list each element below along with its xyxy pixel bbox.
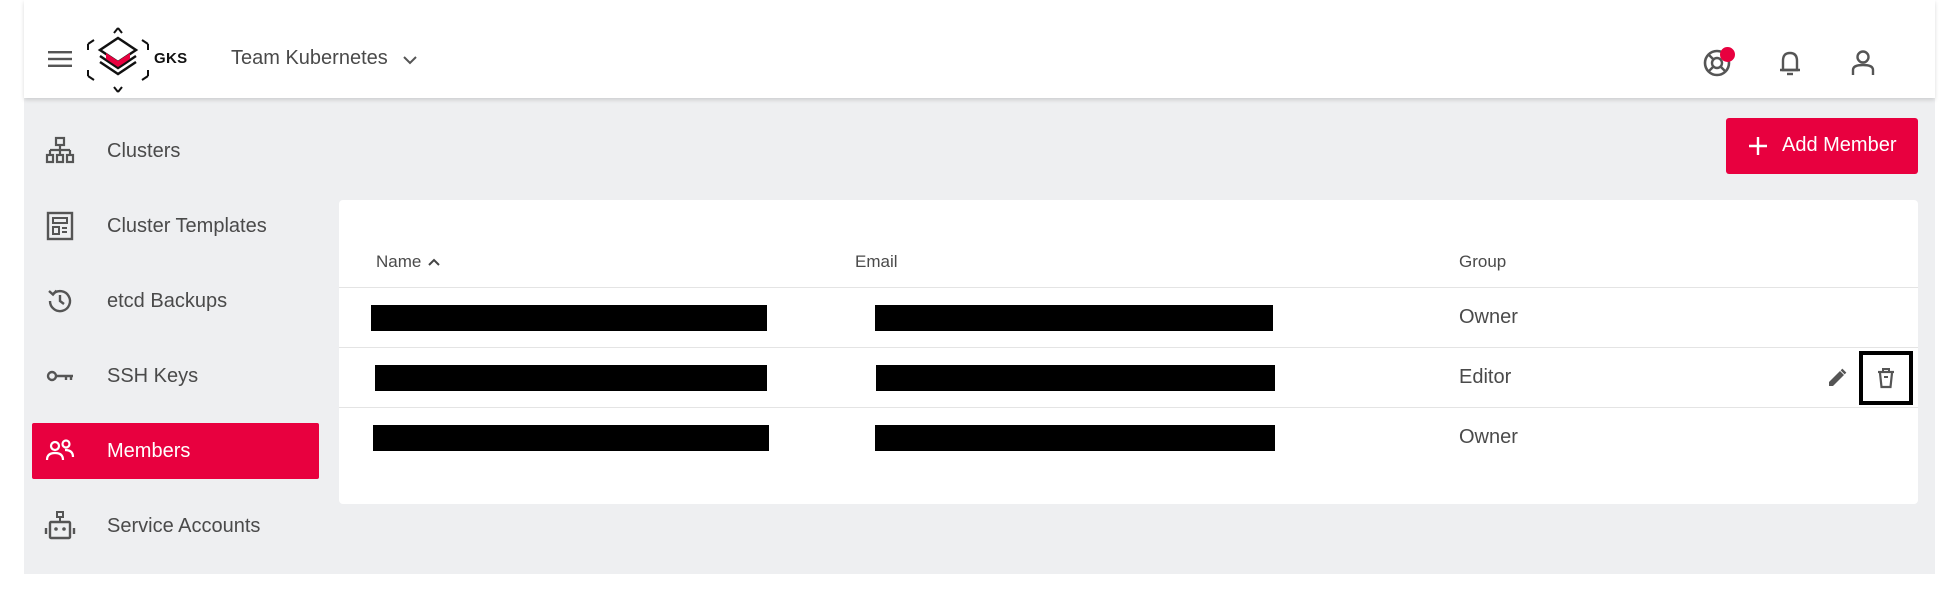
table-row[interactable]: Owner	[339, 287, 1918, 347]
column-header-email[interactable]: Email	[855, 252, 898, 272]
edit-button[interactable]	[1819, 360, 1855, 396]
delete-button[interactable]	[1859, 351, 1913, 405]
column-header-label: Name	[376, 252, 422, 271]
notification-dot	[1720, 47, 1735, 62]
history-icon	[48, 289, 72, 313]
account-icon[interactable]	[1846, 46, 1880, 80]
bell-icon[interactable]	[1773, 46, 1807, 80]
template-icon	[46, 211, 74, 241]
key-icon	[46, 370, 73, 382]
top-bar: GKS Team Kubernetes	[24, 0, 1935, 98]
gks-logo[interactable]	[84, 26, 152, 94]
members-icon	[45, 439, 75, 461]
edit-icon	[1829, 368, 1847, 386]
sidebar-item-label: Service Accounts	[107, 514, 261, 537]
members-table: Name Email Group Owner Editor Owner	[339, 200, 1918, 504]
redacted-name	[375, 365, 767, 391]
sidebar-item-cluster-templates[interactable]: Cluster Templates	[32, 198, 319, 254]
redacted-email	[875, 425, 1275, 451]
app-shell: GKS Team Kubernetes Clusters Cluster Tem…	[24, 0, 1935, 574]
plus-icon	[1749, 137, 1767, 155]
delete-icon	[1878, 368, 1894, 389]
sidebar-item-label: Cluster Templates	[107, 214, 267, 237]
table-row[interactable]: Owner	[339, 407, 1918, 467]
chevron-up-icon	[428, 258, 441, 266]
sidebar-item-label: Clusters	[107, 139, 181, 162]
column-header-group[interactable]: Group	[1459, 252, 1506, 272]
table-row[interactable]: Editor	[339, 347, 1918, 407]
column-header-label: Email	[855, 252, 898, 271]
sidebar-item-label: etcd Backups	[107, 289, 228, 312]
project-selector[interactable]: Team Kubernetes	[231, 47, 418, 70]
project-name: Team Kubernetes	[231, 47, 388, 69]
sidebar-item-service-accounts[interactable]: Service Accounts	[32, 498, 319, 554]
group-cell: Owner	[1459, 306, 1518, 328]
sidebar-item-members[interactable]: Members	[32, 423, 319, 479]
sidebar-item-clusters[interactable]: Clusters	[32, 123, 319, 179]
column-header-label: Group	[1459, 252, 1507, 271]
group-cell: Editor	[1459, 366, 1512, 388]
add-member-button[interactable]: Add Member	[1726, 118, 1918, 174]
redacted-name	[373, 425, 769, 451]
chevron-down-icon	[403, 55, 417, 64]
sidebar-item-label: SSH Keys	[107, 364, 199, 387]
redacted-email	[876, 365, 1275, 391]
redacted-name	[371, 305, 767, 331]
cluster-hierarchy-icon	[45, 136, 75, 164]
sidebar-item-ssh-keys[interactable]: SSH Keys	[32, 348, 319, 404]
sidebar-item-label: Members	[107, 439, 191, 462]
group-cell: Owner	[1459, 426, 1518, 448]
sidebar-item-etcd-backups[interactable]: etcd Backups	[32, 273, 319, 329]
redacted-email	[875, 305, 1273, 331]
robot-icon	[44, 511, 76, 540]
column-header-name[interactable]: Name	[376, 252, 441, 272]
menu-icon[interactable]	[46, 45, 74, 73]
brand-name: GKS	[154, 50, 188, 67]
add-member-label: Add Member	[1782, 134, 1897, 156]
